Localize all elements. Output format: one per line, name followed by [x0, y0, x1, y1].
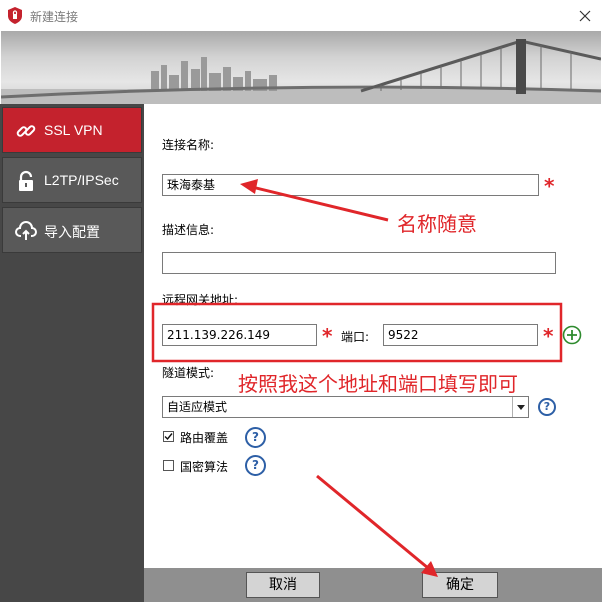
gateway-address-field[interactable]: 211.139.226.149	[162, 324, 317, 346]
ok-button[interactable]: 确定	[422, 572, 498, 598]
cancel-button[interactable]: 取消	[246, 572, 320, 598]
national-crypto-help-icon[interactable]: ?	[245, 455, 266, 476]
port-label: 端口:	[341, 330, 370, 344]
name-field[interactable]: 珠海泰基	[162, 174, 539, 196]
gateway-label: 远程网关地址:	[162, 293, 239, 307]
port-field[interactable]: 9522	[383, 324, 538, 346]
route-override-label: 路由覆盖	[180, 431, 229, 445]
route-override-help-icon[interactable]: ?	[245, 427, 266, 448]
sidebar-item-ssl-vpn[interactable]: SSL VPN	[2, 107, 142, 153]
gateway-hint-annotation: 按照我这个地址和端口填写即可	[238, 372, 518, 396]
required-star: *	[544, 174, 555, 198]
window-title: 新建连接	[30, 10, 79, 24]
cloud-upload-icon	[15, 221, 37, 240]
sidebar-item-label: L2TP/IPSec	[44, 172, 119, 188]
lock-icon	[19, 170, 33, 191]
description-label: 描述信息:	[162, 223, 215, 237]
sidebar-item-l2tp-ipsec[interactable]: L2TP/IPSec	[2, 157, 142, 203]
link-icon	[16, 125, 36, 137]
bridge-skyline-image	[1, 39, 601, 104]
connection-form: 连接名称: 珠海泰基 * 描述信息: 远程网关地址: 211.139.226.1…	[144, 104, 602, 602]
tunnel-mode-help-icon[interactable]: ?	[538, 398, 556, 416]
name-label: 连接名称:	[162, 138, 215, 152]
sidebar: SSL VPN L2TP/IPSec 导入配置	[0, 104, 144, 602]
sidebar-item-label: SSL VPN	[44, 122, 103, 138]
add-gateway-icon[interactable]	[562, 325, 582, 345]
tunnel-mode-select[interactable]: 自适应模式	[162, 396, 529, 418]
shield-icon	[8, 7, 22, 24]
header-banner	[1, 31, 601, 104]
tunnel-mode-value: 自适应模式	[167, 400, 228, 414]
national-crypto-label: 国密算法	[180, 460, 229, 474]
name-hint-annotation: 名称随意	[397, 212, 477, 236]
route-override-checkbox[interactable]	[163, 431, 174, 442]
required-star: *	[543, 324, 554, 348]
sidebar-item-import-config[interactable]: 导入配置	[2, 207, 142, 253]
chevron-down-icon	[512, 397, 528, 417]
close-button[interactable]	[568, 0, 602, 31]
description-field[interactable]	[162, 252, 556, 274]
national-crypto-checkbox[interactable]	[163, 460, 174, 471]
close-icon	[579, 10, 591, 21]
tunnel-mode-label: 隧道模式:	[162, 366, 215, 380]
required-star: *	[322, 324, 333, 348]
sidebar-item-label: 导入配置	[44, 224, 100, 240]
checkmark-icon	[164, 433, 173, 441]
dialog-footer: 取消 确定	[144, 568, 602, 602]
title-bar: 新建连接	[0, 0, 602, 31]
